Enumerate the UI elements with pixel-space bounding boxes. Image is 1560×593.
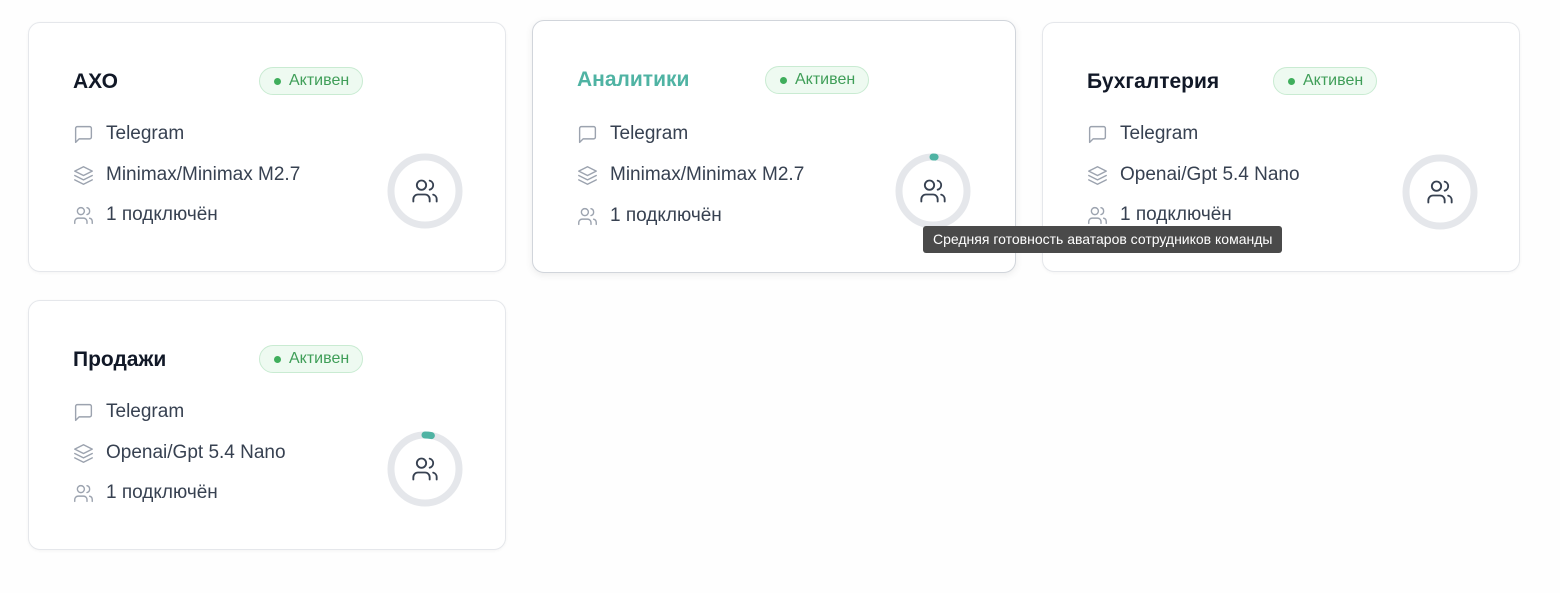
status-dot-icon: [1288, 77, 1295, 85]
model-row: Openai/Gpt 5.4 Nano: [1087, 164, 1300, 186]
users-icon: [1427, 180, 1453, 204]
connected-label: 1 подключён: [106, 482, 218, 503]
avatar-readiness-ring[interactable]: [385, 429, 465, 509]
message-square-icon: [74, 125, 93, 143]
users-icon: [412, 457, 438, 481]
status-label: Активен: [289, 72, 350, 89]
model-row: Minimax/Minimax M2.7: [73, 164, 300, 186]
layers-icon: [578, 165, 597, 185]
status-dot-icon: [274, 77, 281, 85]
avatar-readiness-ring[interactable]: [893, 151, 973, 231]
users-icon: [74, 484, 93, 502]
model-label: Openai/Gpt 5.4 Nano: [1120, 164, 1300, 185]
layers-icon: [74, 165, 93, 185]
layers-icon: [74, 443, 93, 463]
team-card-aho[interactable]: АХО Активен Telegram Minimax/Minimax M2.…: [28, 22, 506, 272]
message-square-icon: [74, 403, 93, 421]
readiness-tooltip: Средняя готовность аватаров сотрудников …: [923, 226, 1283, 253]
connected-row: 1 подключён: [73, 482, 218, 504]
users-icon: [578, 207, 597, 225]
connected-row: 1 подключён: [1087, 204, 1232, 226]
team-card-sales[interactable]: Продажи Активен Telegram Openai/Gpt 5.4 …: [28, 300, 506, 550]
status-badge: Активен: [259, 345, 364, 373]
message-square-icon: [578, 125, 597, 143]
model-label: Minimax/Minimax M2.7: [106, 164, 301, 185]
channel-label: Telegram: [106, 123, 185, 144]
channel-row: Telegram: [577, 123, 688, 145]
channel-row: Telegram: [73, 123, 184, 145]
status-label: Активен: [795, 71, 856, 88]
team-card-title[interactable]: АХО: [73, 70, 118, 94]
team-card-title[interactable]: Продажи: [73, 348, 166, 372]
status-dot-icon: [274, 355, 281, 363]
model-label: Minimax/Minimax M2.7: [610, 164, 805, 185]
users-icon: [74, 206, 93, 224]
layers-icon: [1088, 165, 1107, 185]
avatar-readiness-ring[interactable]: [1400, 152, 1480, 232]
status-badge: Активен: [1273, 67, 1378, 95]
users-icon: [412, 179, 438, 203]
connected-row: 1 подключён: [73, 204, 218, 226]
status-label: Активен: [1303, 72, 1364, 89]
connected-label: 1 подключён: [106, 204, 218, 225]
team-card-title[interactable]: Аналитики: [577, 68, 689, 92]
channel-row: Telegram: [1087, 123, 1198, 145]
status-badge: Активен: [259, 67, 364, 95]
model-label: Openai/Gpt 5.4 Nano: [106, 442, 286, 463]
users-icon: [1088, 206, 1107, 224]
model-row: Minimax/Minimax M2.7: [577, 164, 804, 186]
status-badge: Активен: [765, 66, 870, 94]
model-row: Openai/Gpt 5.4 Nano: [73, 442, 286, 464]
team-card-title[interactable]: Бухгалтерия: [1087, 70, 1219, 94]
status-label: Активен: [289, 350, 350, 367]
message-square-icon: [1088, 125, 1107, 143]
channel-label: Telegram: [1120, 123, 1199, 144]
channel-label: Telegram: [106, 401, 185, 422]
connected-row: 1 подключён: [577, 205, 722, 227]
channel-row: Telegram: [73, 401, 184, 423]
channel-label: Telegram: [610, 123, 689, 144]
avatar-readiness-ring[interactable]: [385, 151, 465, 231]
connected-label: 1 подключён: [1120, 204, 1232, 225]
status-dot-icon: [780, 76, 787, 84]
users-icon: [920, 179, 946, 203]
connected-label: 1 подключён: [610, 205, 722, 226]
